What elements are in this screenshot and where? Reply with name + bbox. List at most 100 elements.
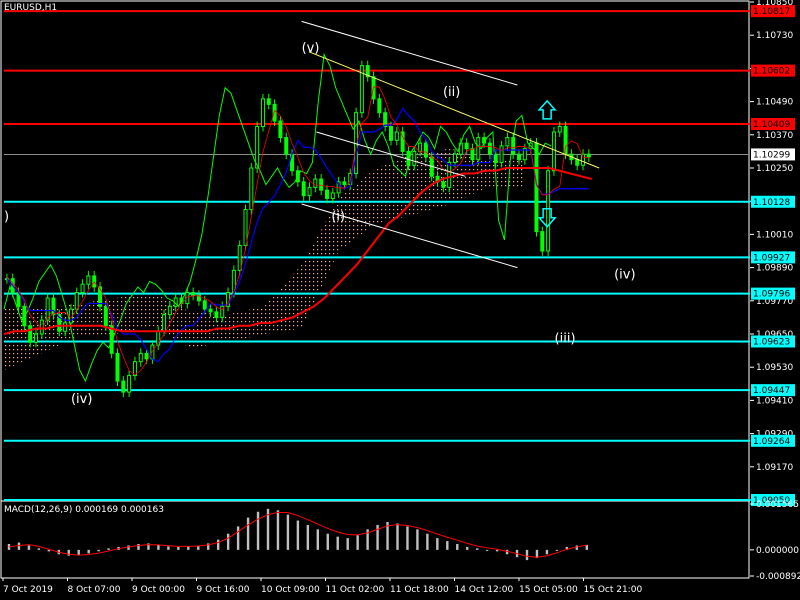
candle-body: [441, 181, 446, 188]
macd-histogram-bar: [246, 517, 250, 550]
candle-body: [487, 142, 492, 155]
time-tick-label: 7 Oct 2019: [3, 585, 53, 595]
wave-label: (ii): [443, 85, 460, 100]
macd-histogram-bar: [226, 533, 230, 550]
candle-body: [412, 150, 417, 166]
candle-body: [284, 137, 289, 155]
price-tick-label: 1.10490: [756, 98, 793, 108]
price-tick-label: 1.09410: [756, 396, 793, 406]
candle-body: [115, 352, 120, 382]
candle-body: [214, 311, 219, 318]
candle-body: [383, 112, 388, 127]
macd-histogram-bar: [406, 526, 409, 550]
macd-histogram-bar: [555, 549, 559, 551]
candle-body: [388, 126, 393, 141]
candle-body: [167, 305, 172, 316]
time-tick-label: 9 Oct 00:00: [132, 585, 185, 595]
macd-histogram-bar: [505, 549, 509, 555]
macd-histogram-bar: [326, 533, 329, 550]
macd-histogram-bar: [466, 546, 469, 550]
wave-label: (iv): [71, 392, 92, 407]
candle-body: [86, 275, 91, 285]
candle-body: [470, 148, 475, 161]
macd-histogram-bar: [575, 545, 579, 550]
price-tick-label: 1.09170: [756, 463, 793, 473]
candle-body: [307, 186, 312, 197]
candle-body: [278, 120, 283, 139]
macd-histogram-bar: [456, 544, 459, 550]
macd-title: MACD(12,26,9) 0.000169 0.000163: [4, 505, 164, 515]
macd-tick-label: 0.001565: [756, 500, 799, 510]
time-tick-label: 9 Oct 16:00: [197, 585, 250, 595]
macd-histogram-bar: [306, 524, 310, 550]
candle-body: [447, 161, 452, 188]
price-tick-label: 1.09890: [756, 264, 793, 274]
candle-body: [127, 375, 132, 393]
time-tick-label: 8 Oct 07:00: [68, 585, 121, 595]
macd-histogram-bar: [475, 548, 479, 550]
trend-line: [301, 20, 518, 86]
macd-histogram-bar: [296, 520, 300, 550]
candle-body: [34, 333, 39, 343]
arrow-up-icon: [537, 99, 557, 120]
candle-body: [319, 178, 324, 191]
macd-histogram-bar: [336, 536, 339, 550]
candle-body: [540, 231, 545, 252]
support-level-label: 1.09264: [753, 437, 790, 447]
wave-label: (v): [302, 41, 320, 56]
candle-body: [74, 292, 79, 310]
candle-body: [144, 352, 149, 360]
macd-tick-label: 0.000000: [756, 546, 799, 556]
wave-label: (i): [331, 210, 345, 225]
candle-body: [330, 192, 335, 199]
macd-histogram-bar: [485, 549, 489, 551]
candle-body: [563, 126, 568, 155]
macd-histogram-bar: [187, 546, 190, 550]
support-level-label: 1.09623: [753, 337, 790, 347]
macd-histogram-bar: [436, 538, 439, 550]
macd-histogram-bar: [256, 511, 260, 550]
price-tick-label: 1.09530: [756, 363, 793, 373]
candle-body: [499, 145, 504, 163]
macd-histogram-bar: [416, 529, 419, 550]
candle-body: [575, 159, 580, 166]
support-level-label: 1.09927: [753, 253, 790, 263]
candle-body: [63, 322, 68, 332]
candle-body: [138, 352, 143, 363]
candle-body: [237, 244, 242, 271]
candle-body: [132, 361, 137, 376]
candle-body: [464, 142, 469, 150]
candle-body: [418, 142, 423, 152]
time-tick-label: 15 Oct 21:00: [584, 585, 643, 595]
resistance-level-label: 1.10602: [753, 67, 790, 77]
macd-histogram-bar: [236, 526, 240, 550]
candle-body: [377, 98, 382, 114]
candle-body: [505, 137, 510, 147]
macd-histogram-bar: [495, 549, 499, 552]
candle-body: [191, 292, 196, 296]
candle-body: [324, 189, 329, 199]
macd-histogram-bar: [87, 549, 90, 554]
macd-histogram-bar: [356, 535, 359, 550]
macd-histogram-bar: [27, 545, 31, 550]
macd-histogram-bar: [127, 545, 130, 550]
time-tick-label: 10 Oct 09:00: [261, 585, 320, 595]
candle-body: [121, 380, 126, 393]
candle-body: [80, 283, 85, 294]
candle-body: [260, 98, 265, 128]
time-tick-label: 11 Oct 02:00: [326, 585, 385, 595]
time-tick-label: 11 Oct 18:00: [390, 585, 449, 595]
macd-histogram-bar: [396, 523, 399, 550]
price-tick-label: 1.10730: [756, 31, 793, 41]
macd-histogram-bar: [47, 549, 51, 552]
candle-body: [243, 209, 248, 246]
macd-histogram-bar: [446, 541, 449, 550]
macd-histogram-bar: [77, 549, 80, 556]
candle-body: [394, 131, 399, 141]
chart-stage: 1.108501.107301.106101.104901.103701.102…: [0, 0, 800, 600]
macd-histogram-bar: [107, 548, 110, 550]
resistance-level-label: 1.10409: [753, 120, 790, 130]
candle-body: [453, 153, 458, 163]
macd-histogram-bar: [177, 546, 180, 550]
macd-tick-label: -0.000892: [756, 572, 800, 582]
